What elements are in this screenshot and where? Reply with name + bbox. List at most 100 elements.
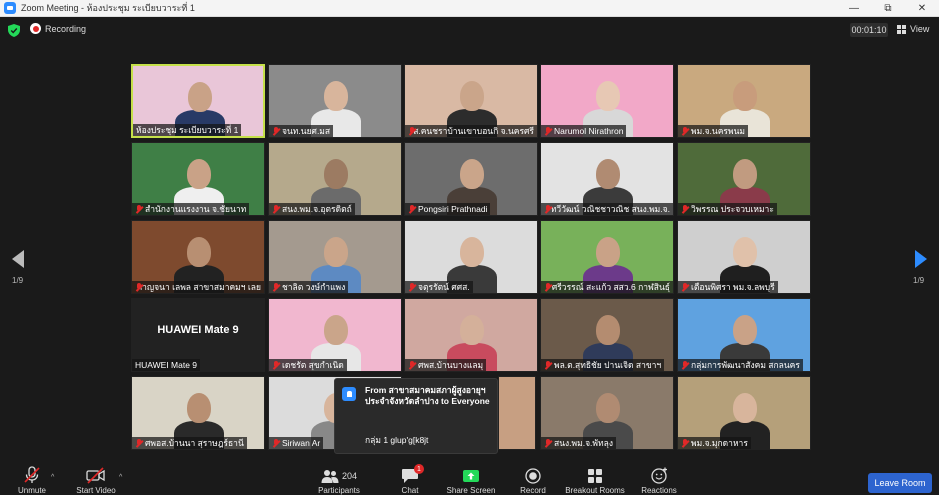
participant-video	[499, 377, 535, 449]
participant-name: เตือนพิศรา พม.จ.ลพบุรี	[691, 282, 775, 292]
participant-tile[interactable]: กาญจนา เลพล สาขาสมาคมฯ เลย	[131, 220, 265, 294]
participant-tile[interactable]	[498, 376, 536, 450]
participant-name: Narumol Nirathron	[554, 126, 624, 136]
participant-name-tag: ชาลิต วงษ์กำแพง	[269, 281, 349, 293]
participant-name: พม.จ.มุกดาหาร	[691, 438, 748, 448]
participant-tile[interactable]: พม.จ.มุกดาหาร	[677, 376, 811, 450]
participant-silhouette-head	[733, 315, 757, 345]
participant-name: HUAWEI Mate 9	[135, 360, 198, 370]
participant-tile[interactable]: เตือนพิศรา พม.จ.ลพบุรี	[677, 220, 811, 294]
participant-tile[interactable]: HUAWEI Mate 9 HUAWEI Mate 9	[131, 298, 265, 372]
next-page-arrow-icon[interactable]	[915, 250, 927, 268]
chat-message: กลุ่ม 1 glup'g[k8jt	[365, 435, 429, 445]
participant-tile[interactable]: ทวีวัฒน์ วณิชชาวณิช สนง.พม.จ.	[540, 142, 674, 216]
mic-muted-icon	[544, 282, 550, 292]
participant-name-tag: จตุรรัตน์ ศศส.	[405, 281, 473, 293]
share-screen-button[interactable]: Share Screen	[445, 466, 497, 495]
video-options-caret-icon[interactable]: ^	[119, 474, 122, 481]
window-title: Zoom Meeting - ห้องประชุม ระเบียบวาระที่…	[21, 3, 195, 13]
participant-silhouette-head	[188, 82, 212, 112]
participant-silhouette-head	[460, 237, 484, 267]
participant-tile[interactable]: พม.จ.นครพนม	[677, 64, 811, 138]
participant-name: ห้องประชุม ระเบียบวาระที่ 1	[136, 125, 239, 135]
participant-tile[interactable]: วิพรรณ ประจวบเหมาะ	[677, 142, 811, 216]
grid-view-icon	[897, 24, 906, 34]
unmute-button[interactable]: Unmute	[14, 466, 50, 495]
participant-tile[interactable]: ศรีวรรณ์ สะแก้ว สสว.6 กาฬสินธุ์	[540, 220, 674, 294]
participant-tile[interactable]: จนท.นยศ.มส	[268, 64, 402, 138]
previous-page-arrow-icon[interactable]	[12, 250, 24, 268]
participant-name-tag: กลุ่มการพัฒนาสังคม สกลนคร	[678, 359, 803, 371]
view-button[interactable]: View	[897, 24, 929, 34]
recording-indicator[interactable]: Recording	[30, 23, 86, 34]
maximize-button[interactable]: ⧉	[871, 0, 905, 17]
mic-muted-icon	[544, 438, 552, 448]
participant-name-tag: จนท.นยศ.มส	[269, 125, 334, 137]
view-label: View	[910, 24, 930, 34]
chat-sender-avatar-icon	[342, 387, 356, 401]
participant-name: สนง.พม.จ.พัทลุง	[554, 438, 613, 448]
participant-tile[interactable]: สนง.พม.จ.พัทลุง	[540, 376, 674, 450]
participant-name-tag: ส.คนชราบ้านเขาบอนกิ จ.นครศรี	[405, 125, 537, 137]
participant-tile[interactable]: สำนักงานแรงงาน จ.ชัยนาท	[131, 142, 265, 216]
participant-name-tag: ศรีวรรณ์ สะแก้ว สสว.6 กาฬสินธุ์	[541, 281, 673, 293]
participant-name-tag: วิพรรณ ประจวบเหมาะ	[678, 203, 777, 215]
zoom-logo-icon	[4, 2, 16, 14]
mic-muted-icon	[408, 204, 416, 214]
chat-unread-badge: 1	[414, 464, 424, 474]
participant-name: ชาลิต วงษ์กำแพง	[282, 282, 346, 292]
encryption-shield-icon[interactable]	[8, 24, 20, 37]
participant-device-label: HUAWEI Mate 9	[157, 324, 239, 336]
participant-name: สำนักงานแรงงาน จ.ชัยนาท	[145, 204, 247, 214]
chat-button[interactable]: 1 Chat	[398, 464, 424, 495]
mic-muted-icon	[544, 360, 552, 370]
meeting-toolbar: Unmute ^ Start Video ^ 204 Participants	[0, 462, 939, 495]
participant-silhouette-head	[596, 315, 620, 345]
record-icon	[525, 468, 541, 484]
minimize-button[interactable]: —	[837, 0, 871, 17]
record-button[interactable]: Record	[518, 466, 548, 495]
participant-name: ทวีวัฒน์ วณิชชาวณิช สนง.พม.จ.	[550, 204, 670, 214]
participant-silhouette-head	[187, 237, 211, 267]
audio-options-caret-icon[interactable]: ^	[51, 474, 54, 481]
participant-tile[interactable]: พล.ต.สุทธิชัย ปานเจิด สาขาฯ	[540, 298, 674, 372]
page-indicator-left: 1/9	[12, 276, 24, 285]
close-button[interactable]: ✕	[905, 0, 939, 17]
participants-button[interactable]: 204 Participants	[316, 466, 362, 495]
participant-silhouette-head	[596, 81, 620, 111]
participant-tile[interactable]: Pongsiri Prathnadi	[404, 142, 538, 216]
reactions-button[interactable]: Reactions	[640, 466, 678, 495]
participant-tile[interactable]: กลุ่มการพัฒนาสังคม สกลนคร	[677, 298, 811, 372]
participant-tile[interactable]: สนง.พม.จ.อุตรดิตถ์	[268, 142, 402, 216]
participant-silhouette-head	[324, 237, 348, 267]
unmute-label: Unmute	[17, 486, 46, 495]
page-indicator-right: 1/9	[913, 276, 925, 285]
participant-name: กาญจนา เลพล สาขาสมาคมฯ เลย	[137, 282, 262, 292]
leave-room-button[interactable]: Leave Room	[868, 473, 932, 493]
participant-tile[interactable]: ศพส.บ้านบางแลมุ	[404, 298, 538, 372]
participant-tile[interactable]: จตุรรัตน์ ศศส.	[404, 220, 538, 294]
participant-tile[interactable]: เดชรัต สุขกำเนิด	[268, 298, 402, 372]
participant-tile[interactable]: ห้องประชุม ระเบียบวาระที่ 1	[131, 64, 265, 138]
mic-muted-icon	[681, 360, 689, 370]
participant-name-tag: พม.จ.มุกดาหาร	[678, 437, 751, 449]
participant-name-tag: ทวีวัฒน์ วณิชชาวณิช สนง.พม.จ.	[541, 203, 673, 215]
participant-tile[interactable]: ส.คนชราบ้านเขาบอนกิ จ.นครศรี	[404, 64, 538, 138]
participant-tile[interactable]: ศพอส.บ้านนา สุราษฎร์ธานี	[131, 376, 265, 450]
reactions-label: Reactions	[641, 486, 677, 495]
mic-muted-icon	[681, 204, 689, 214]
start-video-button[interactable]: Start Video	[74, 466, 118, 495]
chat-notification-popup[interactable]: From สาขาสมาคมสภาผู้สูงอายุฯ ประจำจังหวั…	[334, 378, 498, 454]
participant-tile[interactable]: ชาลิต วงษ์กำแพง	[268, 220, 402, 294]
breakout-rooms-button[interactable]: Breakout Rooms	[563, 466, 627, 495]
participant-name-tag: พล.ต.สุทธิชัย ปานเจิด สาขาฯ	[541, 359, 665, 371]
mic-muted-icon	[408, 282, 416, 292]
participant-name-tag: สนง.พม.จ.พัทลุง	[541, 437, 616, 449]
meeting-topbar: Recording 00:01:10 View	[0, 17, 939, 44]
participant-silhouette-head	[733, 393, 757, 423]
mic-muted-icon	[272, 438, 280, 448]
participant-tile[interactable]: Narumol Nirathron	[540, 64, 674, 138]
meeting-timer: 00:01:10	[850, 23, 888, 37]
participant-name-tag: Narumol Nirathron	[541, 125, 627, 137]
participants-icon	[321, 470, 339, 483]
